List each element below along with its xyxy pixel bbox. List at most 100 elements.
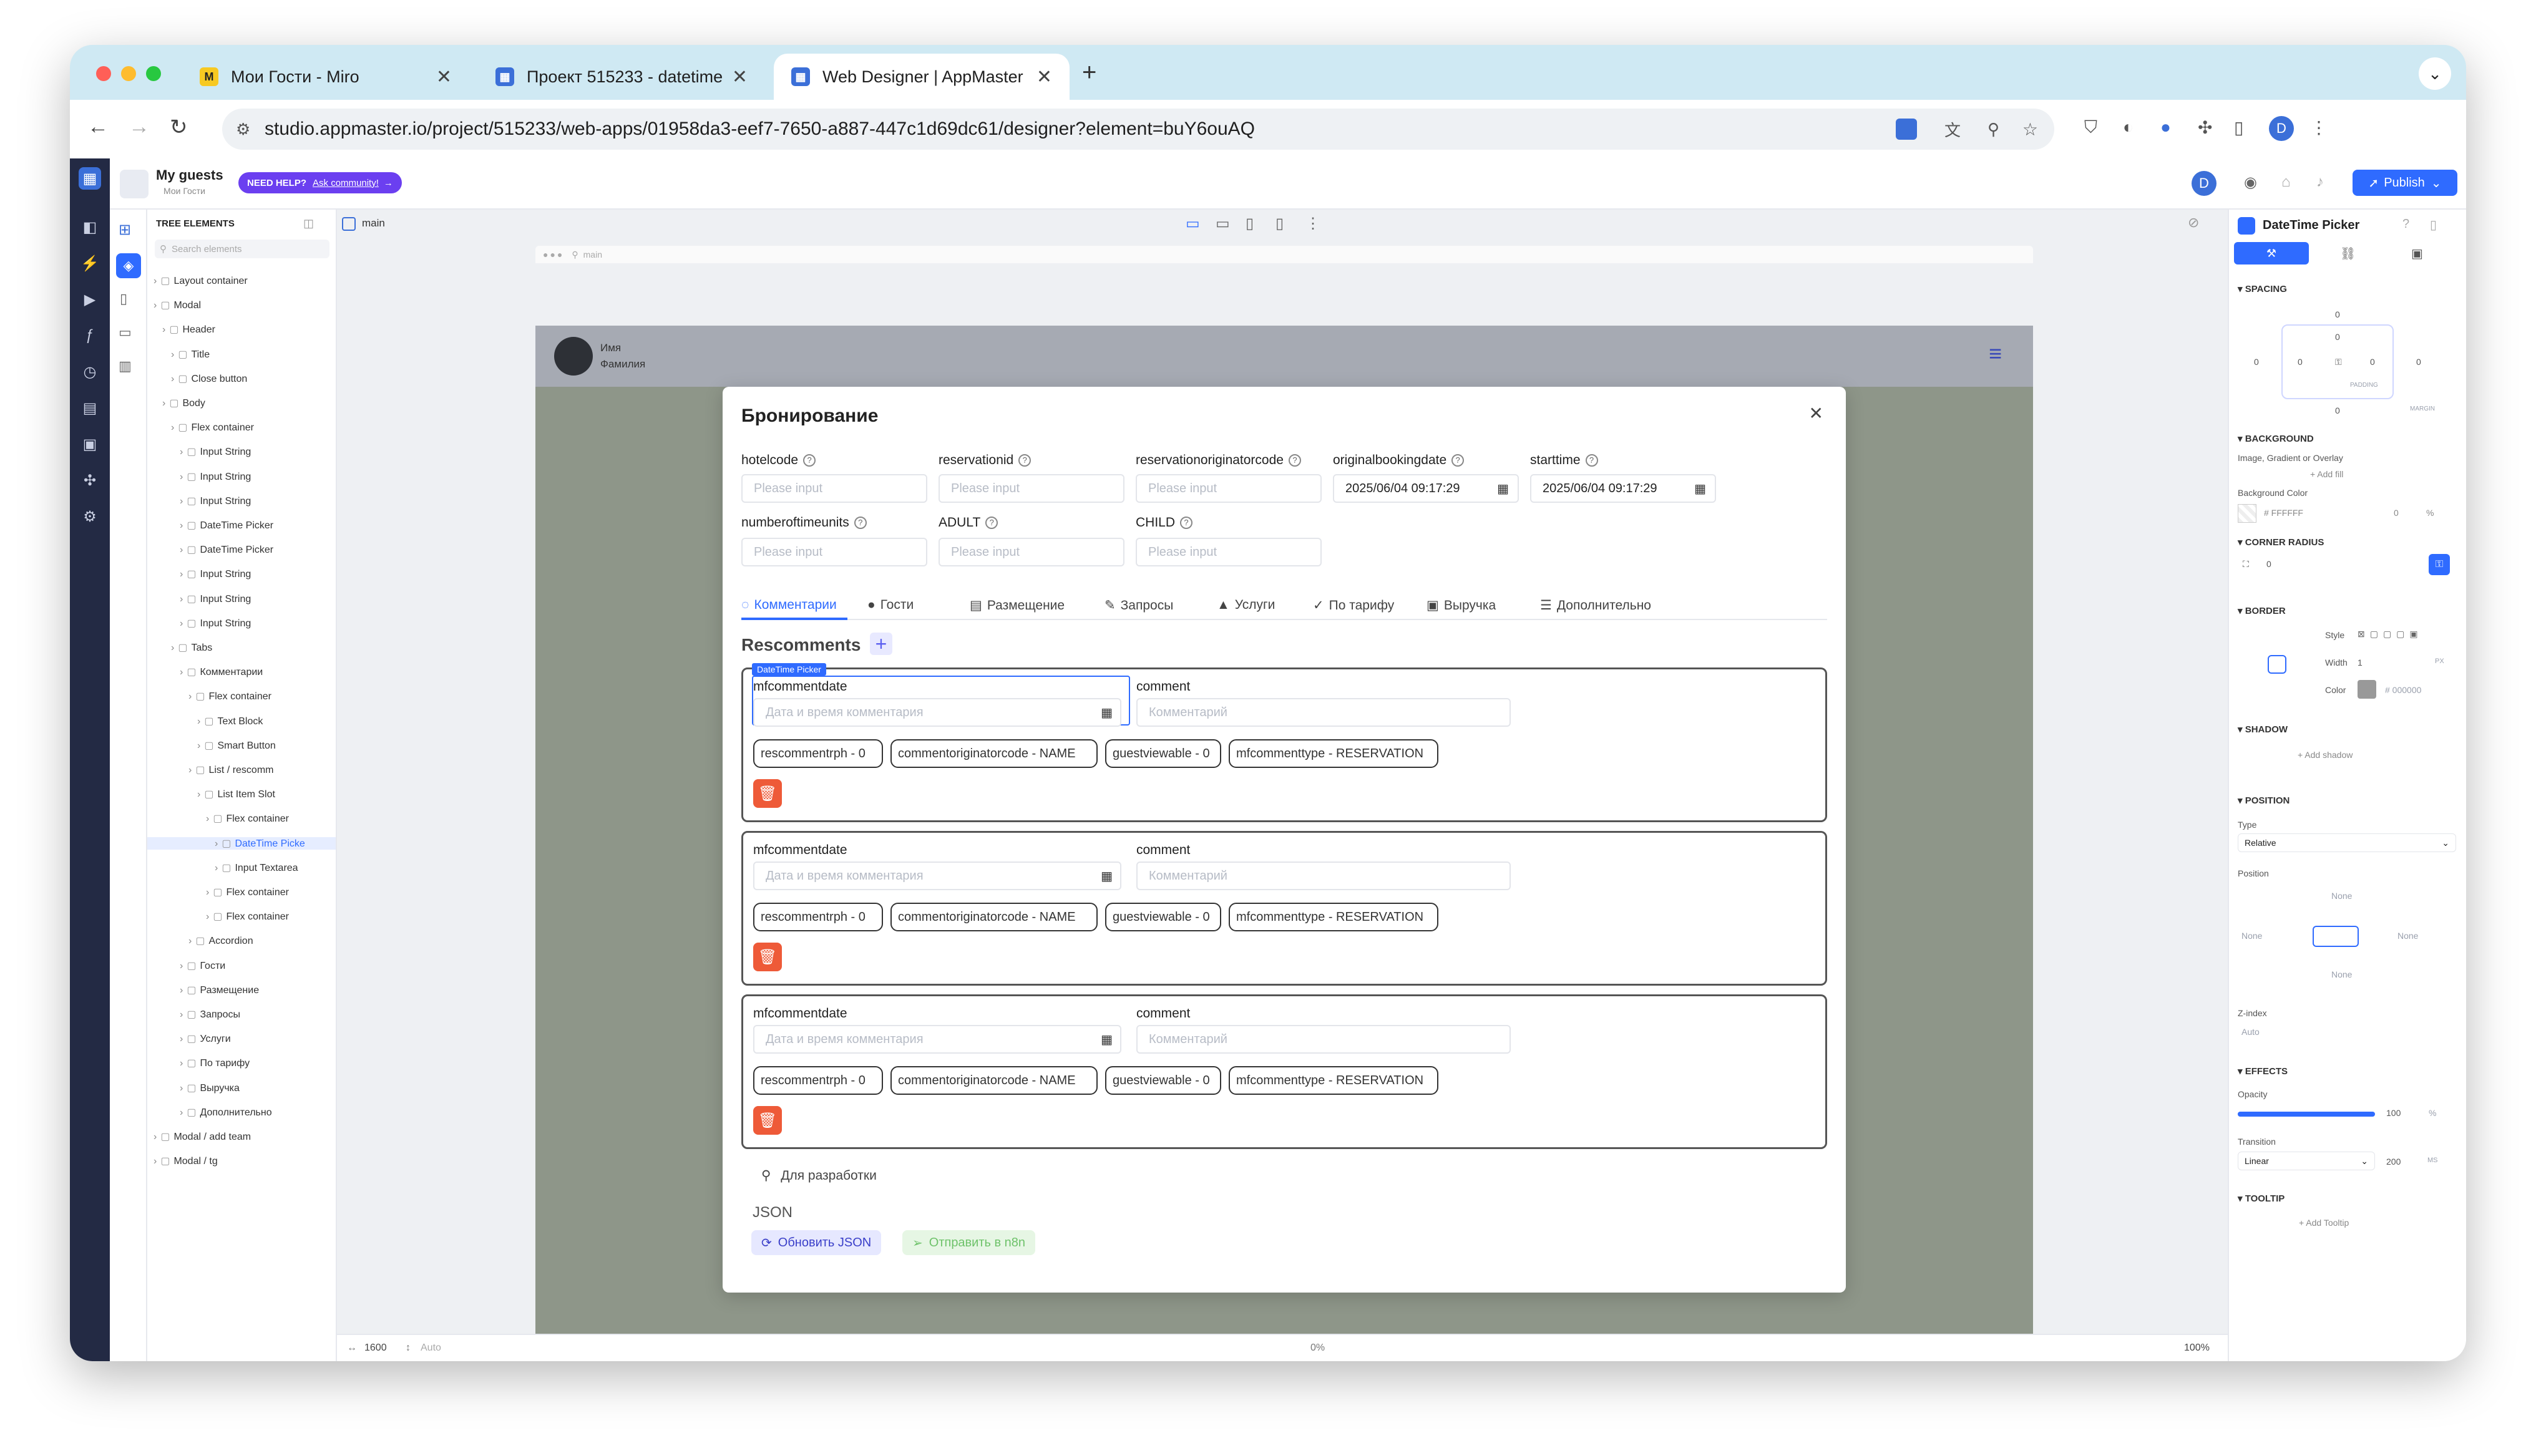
tooltip-section[interactable]: ▾ TOOLTIP bbox=[2238, 1193, 2285, 1204]
delete-icon[interactable]: ▯ bbox=[2430, 217, 2437, 233]
tree-item[interactable]: › ▢ List Item Slot bbox=[197, 788, 275, 800]
user-avatar[interactable]: D bbox=[2192, 171, 2217, 196]
help-circle-icon[interactable]: ? bbox=[1585, 454, 1598, 467]
tree-item[interactable]: › ▢ Modal / add team bbox=[154, 1130, 251, 1143]
corner-value[interactable]: 0 bbox=[2266, 559, 2271, 569]
tab-8[interactable]: ☰ Дополнительно bbox=[1540, 598, 1651, 613]
calendar-icon[interactable]: ▦ bbox=[1101, 1032, 1113, 1047]
tree-chevron-icon[interactable]: › bbox=[188, 936, 192, 946]
opacity-slider-track[interactable] bbox=[2238, 1112, 2375, 1117]
close-tab-icon[interactable]: ✕ bbox=[1036, 66, 1052, 88]
tree-chevron-icon[interactable]: › bbox=[180, 1034, 183, 1044]
field-pill[interactable]: rescommentrph - 0 bbox=[753, 739, 883, 768]
tree-item[interactable]: › ▢ Close button bbox=[171, 372, 247, 385]
tree-item[interactable]: › ▢ Услуги bbox=[180, 1032, 231, 1045]
help-circle-icon[interactable]: ? bbox=[1018, 454, 1031, 467]
margin-top[interactable]: 0 bbox=[2335, 309, 2340, 319]
tree-chevron-icon[interactable]: › bbox=[188, 765, 192, 775]
tree-chevron-icon[interactable]: › bbox=[215, 863, 218, 873]
tree-item[interactable]: › ▢ Modal bbox=[154, 299, 201, 311]
help-circle-icon[interactable]: ? bbox=[1451, 454, 1465, 467]
margin-left[interactable]: 0 bbox=[2254, 357, 2259, 367]
bolt-icon[interactable]: ⚡ bbox=[79, 252, 101, 274]
text-input[interactable]: Please input bbox=[1136, 474, 1322, 503]
opacity-value[interactable]: 100 bbox=[2386, 1108, 2401, 1118]
text-input[interactable]: Please input bbox=[1136, 538, 1322, 566]
tree-chevron-icon[interactable]: › bbox=[180, 1083, 183, 1094]
page-icon[interactable]: ▯ bbox=[120, 291, 127, 307]
tree-item[interactable]: › ▢ Input String bbox=[180, 617, 251, 629]
border-side-selector[interactable] bbox=[2268, 655, 2286, 674]
function-icon[interactable]: ƒ bbox=[79, 324, 101, 347]
tree-chevron-icon[interactable]: › bbox=[171, 422, 174, 433]
tree-item[interactable]: › ▢ DateTime Picker bbox=[180, 543, 273, 556]
layers-icon[interactable]: ◈ bbox=[116, 253, 141, 278]
preview-eye-icon[interactable]: ◉ bbox=[2244, 173, 2257, 192]
tab-4[interactable]: ✎ Запросы bbox=[1105, 598, 1173, 613]
need-help-banner[interactable]: NEED HELP? Ask community! → bbox=[238, 172, 402, 193]
corner-lock-icon[interactable]: ⚿ bbox=[2429, 554, 2450, 575]
tree-chevron-icon[interactable]: › bbox=[180, 1058, 183, 1069]
tree-chevron-icon[interactable]: › bbox=[180, 545, 183, 555]
more-views-icon[interactable]: ⋮ bbox=[1305, 215, 1320, 233]
border-section[interactable]: ▾ BORDER bbox=[2238, 605, 2286, 616]
translate-icon[interactable]: 文 bbox=[1944, 118, 1961, 141]
bg-opacity-value[interactable]: 0 bbox=[2394, 508, 2399, 518]
browser-menu-icon[interactable]: ⋮ bbox=[2310, 117, 2328, 138]
back-icon[interactable]: ← bbox=[87, 115, 109, 139]
tree-chevron-icon[interactable]: › bbox=[197, 716, 200, 727]
tree-item[interactable]: › ▢ Input Textarea bbox=[215, 861, 298, 874]
tree-chevron-icon[interactable]: › bbox=[180, 667, 183, 677]
tree-item[interactable]: › ▢ Input String bbox=[180, 593, 251, 605]
tree-item[interactable]: › ▢ Layout container bbox=[154, 274, 248, 287]
tree-item[interactable]: › ▢ Title bbox=[171, 348, 210, 361]
tree-chevron-icon[interactable]: › bbox=[154, 1132, 157, 1142]
comment-date-input[interactable]: Дата и время комментария ▦ bbox=[753, 1025, 1121, 1054]
tree-chevron-icon[interactable]: › bbox=[206, 887, 209, 898]
tree-chevron-icon[interactable]: › bbox=[188, 691, 192, 702]
timer-icon[interactable]: ◷ bbox=[79, 361, 101, 383]
tree-item[interactable]: › ▢ Flex container bbox=[206, 812, 289, 825]
tree-chevron-icon[interactable]: › bbox=[180, 618, 183, 629]
position-right[interactable]: None bbox=[2397, 931, 2418, 941]
tree-item[interactable]: › ▢ DateTime Picke bbox=[147, 837, 336, 850]
text-input[interactable]: Please input bbox=[939, 474, 1124, 503]
date-field[interactable]: 2025/06/04 09:17:29 ▦ bbox=[1530, 474, 1716, 503]
designer-icon[interactable]: ◧ bbox=[79, 216, 101, 238]
browser-tab-miro[interactable]: M Мои Гости - Miro ✕ bbox=[182, 54, 469, 100]
corner-radius-section[interactable]: ▾ CORNER RADIUS bbox=[2238, 536, 2324, 548]
publish-button[interactable]: ➚ Publish ⌄ bbox=[2353, 170, 2457, 196]
browser-tab-designer[interactable]: ▦ Web Designer | AppMaster ✕ bbox=[774, 54, 1070, 100]
spacing-section[interactable]: ▾ SPACING bbox=[2238, 283, 2287, 294]
site-info-icon[interactable]: ⚙ bbox=[236, 120, 250, 139]
tree-chevron-icon[interactable]: › bbox=[171, 643, 174, 653]
field-pill[interactable]: commentoriginatorcode - NAME bbox=[890, 1066, 1098, 1095]
field-pill[interactable]: commentoriginatorcode - NAME bbox=[890, 903, 1098, 931]
profile-avatar[interactable]: D bbox=[2269, 116, 2294, 141]
tree-chevron-icon[interactable]: › bbox=[180, 472, 183, 482]
calendar-icon[interactable]: ▦ bbox=[1497, 481, 1509, 497]
padding-left[interactable]: 0 bbox=[2298, 357, 2303, 367]
tree-chevron-icon[interactable]: › bbox=[154, 276, 157, 286]
tree-item[interactable]: › ▢ DateTime Picker bbox=[180, 519, 273, 531]
field-pill[interactable]: rescommentrph - 0 bbox=[753, 903, 883, 931]
comment-textarea[interactable]: Комментарий bbox=[1136, 861, 1511, 890]
canvas-height[interactable]: Auto bbox=[421, 1342, 441, 1354]
tree-chevron-icon[interactable]: › bbox=[206, 911, 209, 922]
tree-item[interactable]: › ▢ Tabs bbox=[171, 641, 212, 654]
field-pill[interactable]: mfcommenttype - RESERVATION bbox=[1229, 739, 1438, 768]
calendar-icon[interactable]: ▦ bbox=[1101, 705, 1113, 721]
refresh-json-button[interactable]: ⟳ Обновить JSON bbox=[751, 1230, 882, 1255]
tree-item[interactable]: › ▢ Header bbox=[162, 323, 215, 336]
field-pill[interactable]: commentoriginatorcode - NAME bbox=[890, 739, 1098, 768]
page-name-label[interactable]: main bbox=[362, 217, 385, 230]
field-pill[interactable]: rescommentrph - 0 bbox=[753, 1066, 883, 1095]
field-pill[interactable]: guestviewable - 0 bbox=[1105, 739, 1221, 768]
transition-select[interactable]: Linear ⌄ bbox=[2238, 1152, 2375, 1170]
reload-icon[interactable]: ↻ bbox=[170, 115, 188, 140]
tab-7[interactable]: ▣ Выручка bbox=[1426, 598, 1496, 613]
comment-textarea[interactable]: Комментарий bbox=[1136, 698, 1511, 727]
field-pill[interactable]: mfcommenttype - RESERVATION bbox=[1229, 1066, 1438, 1095]
tree-chevron-icon[interactable]: › bbox=[215, 838, 218, 849]
shadow-section[interactable]: ▾ SHADOW bbox=[2238, 724, 2288, 735]
